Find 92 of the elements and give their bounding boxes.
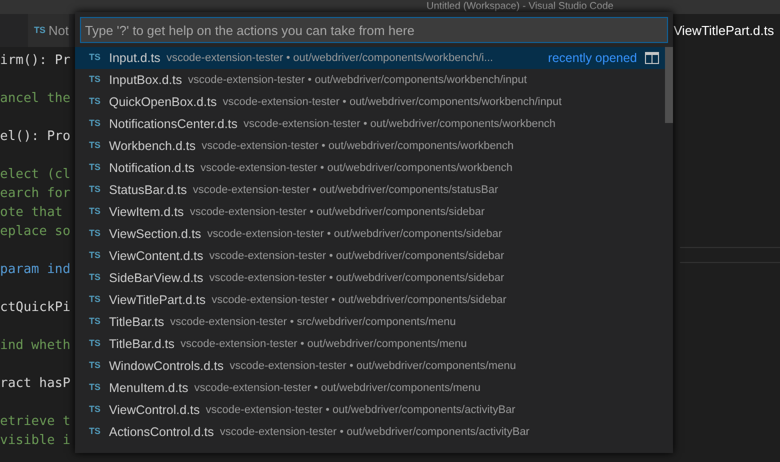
file-result[interactable]: TS ViewSection.d.ts vscode-extension-tester • out/webdriver/components/sidebar xyxy=(75,223,665,245)
editor-tab[interactable]: TS Not xyxy=(28,14,69,47)
split-editor-icon[interactable] xyxy=(645,52,659,64)
code-line: visible i xyxy=(0,432,70,450)
file-path: vscode-extension-tester • out/webdriver/components/workbench/i... xyxy=(166,50,494,66)
recently-opened-label: recently opened xyxy=(548,50,637,67)
file-name: Notification.d.ts xyxy=(109,160,194,177)
file-result[interactable]: TS Workbench.d.ts vscode-extension-tester • out/webdriver/components/workbench xyxy=(75,135,665,157)
typescript-file-icon: TS xyxy=(89,73,109,87)
file-result[interactable]: TS TitleBar.d.ts vscode-extension-tester • out/webdriver/components/menu xyxy=(75,333,665,355)
file-name: SideBarView.d.ts xyxy=(109,270,204,287)
file-path: vscode-extension-tester • out/webdriver/components/workbench xyxy=(244,116,556,132)
typescript-file-icon: TS xyxy=(89,337,109,351)
file-path: vscode-extension-tester • out/webdriver/components/sidebar xyxy=(207,226,502,242)
file-result[interactable]: TS ViewControl.d.ts vscode-extension-tester • out/webdriver/components/activityBar xyxy=(75,399,665,421)
file-result[interactable]: TS ViewContent.d.ts vscode-extension-tester • out/webdriver/components/sidebar xyxy=(75,245,665,267)
code-line: elect (cl xyxy=(0,166,70,184)
typescript-file-icon: TS xyxy=(89,139,109,153)
file-name: MenuItem.d.ts xyxy=(109,380,188,397)
typescript-file-icon: TS xyxy=(89,271,109,285)
file-path: vscode-extension-tester • out/webdriver/components/menu xyxy=(194,380,481,396)
typescript-file-icon: TS xyxy=(89,205,109,219)
file-path: vscode-extension-tester • out/webdriver/components/workbench/input xyxy=(188,72,527,88)
window-title: Untitled (Workspace) - Visual Studio Code xyxy=(426,1,614,13)
file-result[interactable]: TS QuickOpenBox.d.ts vscode-extension-tester • out/webdriver/components/workbench/input xyxy=(75,91,665,113)
typescript-file-icon: TS xyxy=(89,315,109,329)
file-result[interactable]: TS InputBox.d.ts vscode-extension-tester • out/webdriver/components/workbench/input xyxy=(75,69,665,91)
file-result[interactable]: TS Input.d.ts vscode-extension-tester • out/webdriver/components/workbench/i... recently opened xyxy=(75,47,665,69)
file-path: vscode-extension-tester • out/webdriver/components/activityBar xyxy=(206,402,516,418)
file-path: vscode-extension-tester • out/webdriver/components/workbench xyxy=(200,160,512,176)
code-line: eplace so xyxy=(0,223,70,241)
code-line: earch for xyxy=(0,185,70,203)
file-path: vscode-extension-tester • out/webdriver/components/menu xyxy=(180,336,467,352)
file-name: NotificationsCenter.d.ts xyxy=(109,116,238,133)
search-field[interactable]: Type '?' to get help on the actions you can take from here xyxy=(80,17,668,43)
file-name: TitleBar.ts xyxy=(109,314,164,331)
file-result[interactable]: TS NotificationsCenter.d.ts vscode-extension-tester • out/webdriver/components/workbench xyxy=(75,113,665,135)
typescript-file-icon: TS xyxy=(89,117,109,131)
typescript-file-icon: TS xyxy=(89,95,109,109)
file-path: vscode-extension-tester • out/webdriver/components/sidebar xyxy=(209,248,504,264)
file-path: vscode-extension-tester • out/webdriver/components/activityBar xyxy=(220,424,530,440)
file-result[interactable]: TS Notification.d.ts vscode-extension-tester • out/webdriver/components/workbench xyxy=(75,157,665,179)
typescript-file-icon: TS xyxy=(89,227,109,241)
file-name: ViewItem.d.ts xyxy=(109,204,184,221)
file-result[interactable]: TS ViewTitlePart.d.ts vscode-extension-tester • out/webdriver/components/sidebar xyxy=(75,289,665,311)
typescript-file-icon: TS xyxy=(89,249,109,263)
file-name: QuickOpenBox.d.ts xyxy=(109,94,217,111)
typescript-file-icon: TS xyxy=(89,293,109,307)
file-result[interactable]: TS TitleBar.ts vscode-extension-tester • src/webdriver/components/menu xyxy=(75,311,665,333)
code-line: etrieve t xyxy=(0,413,70,431)
file-path: vscode-extension-tester • out/webdriver/components/sidebar xyxy=(212,292,506,308)
file-path: vscode-extension-tester • out/webdriver/components/workbench xyxy=(202,138,514,154)
typescript-file-icon: TS xyxy=(89,51,109,65)
file-result[interactable]: TS ActionsControl.d.ts vscode-extension-tester • out/webdriver/components/activityBar xyxy=(75,421,665,443)
file-name: ActionsControl.d.ts xyxy=(109,424,214,441)
code-line: ancel the xyxy=(0,90,70,108)
file-name: ViewSection.d.ts xyxy=(109,226,202,243)
file-path: vscode-extension-tester • out/webdriver/components/menu xyxy=(230,358,516,374)
file-name: ViewControl.d.ts xyxy=(109,402,200,419)
typescript-file-icon: TS xyxy=(89,183,109,197)
file-result[interactable]: TS StatusBar.d.ts vscode-extension-tester • out/webdriver/components/statusBar xyxy=(75,179,665,201)
code-line: ind wheth xyxy=(0,337,70,355)
file-name: Workbench.d.ts xyxy=(109,138,196,155)
file-result[interactable]: TS WindowControls.d.ts vscode-extension-tester • out/webdriver/components/menu xyxy=(75,355,665,377)
file-result[interactable]: TS SideBarView.d.ts vscode-extension-tester • out/webdriver/components/sidebar xyxy=(75,267,665,289)
typescript-file-icon: TS xyxy=(89,403,109,417)
code-line: ract hasP xyxy=(0,375,70,393)
file-result[interactable]: TS MenuItem.d.ts vscode-extension-tester • out/webdriver/components/menu xyxy=(75,377,665,399)
typescript-file-icon: TS xyxy=(89,359,109,373)
file-name: ViewContent.d.ts xyxy=(109,248,204,265)
file-name: Input.d.ts xyxy=(109,50,160,67)
scrollbar-thumb[interactable] xyxy=(665,47,673,123)
file-name: InputBox.d.ts xyxy=(109,72,182,89)
file-name: WindowControls.d.ts xyxy=(109,358,224,375)
typescript-file-icon: TS xyxy=(34,24,46,38)
file-name: TitleBar.d.ts xyxy=(109,336,175,353)
file-path: vscode-extension-tester • out/webdriver/components/statusBar xyxy=(192,182,498,198)
typescript-file-icon: TS xyxy=(89,381,109,395)
code-line: irm(): Pr xyxy=(0,52,70,70)
typescript-file-icon: TS xyxy=(89,425,109,439)
file-name: ViewTitlePart.d.ts xyxy=(109,292,206,309)
code-line: ctQuickPi xyxy=(0,299,70,317)
file-name: StatusBar.d.ts xyxy=(109,182,187,199)
typescript-file-icon: TS xyxy=(89,161,109,175)
file-path: vscode-extension-tester • src/webdriver/components/menu xyxy=(170,314,456,330)
file-result[interactable]: TS ViewItem.d.ts vscode-extension-tester • out/webdriver/components/sidebar xyxy=(75,201,665,223)
file-path: vscode-extension-tester • out/webdriver/components/sidebar xyxy=(209,270,504,286)
file-path: vscode-extension-tester • out/webdriver/components/sidebar xyxy=(190,204,485,220)
code-line: param ind xyxy=(0,261,70,279)
code-line: ote that xyxy=(0,204,63,222)
code-line: el(): Pro xyxy=(0,128,70,146)
file-path: vscode-extension-tester • out/webdriver/components/workbench/input xyxy=(222,94,562,110)
